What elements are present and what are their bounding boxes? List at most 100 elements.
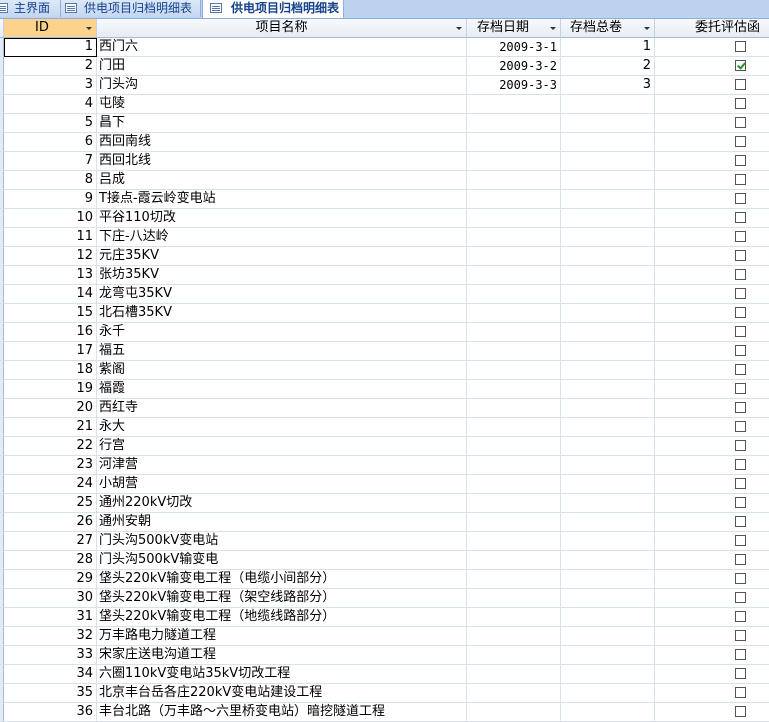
id-cell[interactable]: 32 — [4, 627, 97, 646]
archive-volumes-cell[interactable] — [561, 665, 655, 684]
table-row[interactable]: 13 张坊35KV — [0, 266, 769, 285]
entrust-letter-cell[interactable] — [655, 513, 769, 532]
checkbox-unchecked[interactable] — [735, 687, 746, 698]
checkbox-unchecked[interactable] — [735, 573, 746, 584]
archive-volumes-cell[interactable] — [561, 114, 655, 133]
archive-date-cell[interactable]: 2009-3-1 — [467, 38, 561, 57]
table-row[interactable]: 1 西门六 2009-3-1 1 — [0, 38, 769, 57]
archive-date-cell[interactable] — [467, 228, 561, 247]
checkbox-unchecked[interactable] — [735, 668, 746, 679]
table-row[interactable]: 17 福五 — [0, 342, 769, 361]
checkbox-unchecked[interactable] — [735, 136, 746, 147]
archive-date-cell[interactable] — [467, 551, 561, 570]
checkbox-unchecked[interactable] — [735, 459, 746, 470]
table-row[interactable]: 19 福霞 — [0, 380, 769, 399]
entrust-letter-cell[interactable] — [655, 152, 769, 171]
checkbox-unchecked[interactable] — [735, 326, 746, 337]
archive-date-cell[interactable] — [467, 190, 561, 209]
entrust-letter-cell[interactable] — [655, 627, 769, 646]
project-name-cell[interactable]: 永大 — [97, 418, 467, 437]
archive-date-cell[interactable] — [467, 513, 561, 532]
archive-volumes-cell[interactable] — [561, 399, 655, 418]
archive-volumes-cell[interactable] — [561, 532, 655, 551]
archive-date-cell[interactable] — [467, 627, 561, 646]
entrust-letter-cell[interactable] — [655, 418, 769, 437]
id-cell[interactable]: 18 — [4, 361, 97, 380]
entrust-letter-cell[interactable] — [655, 266, 769, 285]
entrust-letter-cell[interactable] — [655, 665, 769, 684]
dropdown-arrow-icon[interactable] — [644, 27, 650, 30]
table-row[interactable]: 26 通州安朝 — [0, 513, 769, 532]
table-row[interactable]: 4 屯陵 — [0, 95, 769, 114]
project-name-cell[interactable]: 门头沟500kV输变电 — [97, 551, 467, 570]
id-cell[interactable]: 28 — [4, 551, 97, 570]
checkbox-unchecked[interactable] — [735, 478, 746, 489]
checkbox-unchecked[interactable] — [735, 554, 746, 565]
entrust-letter-cell[interactable] — [655, 551, 769, 570]
table-row[interactable]: 15 北石槽35KV — [0, 304, 769, 323]
entrust-letter-cell[interactable] — [655, 57, 769, 76]
project-name-cell[interactable]: 西红寺 — [97, 399, 467, 418]
entrust-letter-cell[interactable] — [655, 570, 769, 589]
id-cell[interactable]: 23 — [4, 456, 97, 475]
archive-date-cell[interactable] — [467, 665, 561, 684]
archive-date-cell[interactable] — [467, 247, 561, 266]
checkbox-unchecked[interactable] — [735, 364, 746, 375]
table-row[interactable]: 23 河津营 — [0, 456, 769, 475]
checkbox-unchecked[interactable] — [735, 269, 746, 280]
dropdown-arrow-icon[interactable] — [550, 27, 556, 30]
table-row[interactable]: 35 北京丰台岳各庄220kV变电站建设工程 — [0, 684, 769, 703]
archive-date-cell[interactable] — [467, 266, 561, 285]
table-row[interactable]: 9 T接点-霞云岭变电站 — [0, 190, 769, 209]
project-name-cell[interactable]: 六圈110kV变电站35kV切改工程 — [97, 665, 467, 684]
checkbox-unchecked[interactable] — [735, 421, 746, 432]
project-name-cell[interactable]: 宋家庄送电沟道工程 — [97, 646, 467, 665]
archive-volumes-cell[interactable]: 2 — [561, 57, 655, 76]
id-cell[interactable]: 1 — [4, 38, 97, 57]
project-name-cell[interactable]: 万丰路电力隧道工程 — [97, 627, 467, 646]
project-name-cell[interactable]: 永千 — [97, 323, 467, 342]
entrust-letter-cell[interactable] — [655, 589, 769, 608]
checkbox-unchecked[interactable] — [735, 611, 746, 622]
entrust-letter-cell[interactable] — [655, 209, 769, 228]
archive-volumes-cell[interactable] — [561, 551, 655, 570]
id-cell[interactable]: 11 — [4, 228, 97, 247]
id-cell[interactable]: 22 — [4, 437, 97, 456]
archive-volumes-cell[interactable] — [561, 703, 655, 722]
entrust-letter-cell[interactable] — [655, 532, 769, 551]
entrust-letter-cell[interactable] — [655, 190, 769, 209]
checkbox-unchecked[interactable] — [735, 117, 746, 128]
table-row[interactable]: 6 西回南线 — [0, 133, 769, 152]
table-row[interactable]: 29 垡头220kV输变电工程（电缆小间部分） — [0, 570, 769, 589]
dropdown-arrow-icon[interactable] — [86, 27, 92, 30]
project-name-cell[interactable]: 丰台北路（万丰路～六里桥变电站）暗挖隧道工程 — [97, 703, 467, 722]
archive-date-cell[interactable] — [467, 171, 561, 190]
table-row[interactable]: 33 宋家庄送电沟道工程 — [0, 646, 769, 665]
column-header-archive-date[interactable]: 存档日期 — [467, 19, 561, 38]
checkbox-unchecked[interactable] — [735, 174, 746, 185]
tab-archive-detail-table[interactable]: 供电项目归档明细表 — [202, 0, 344, 18]
project-name-cell[interactable]: 龙弯屯35KV — [97, 285, 467, 304]
archive-volumes-cell[interactable] — [561, 475, 655, 494]
table-row[interactable]: 3 门头沟 2009-3-3 3 — [0, 76, 769, 95]
checkbox-unchecked[interactable] — [735, 155, 746, 166]
archive-volumes-cell[interactable] — [561, 152, 655, 171]
table-row[interactable]: 24 小胡营 — [0, 475, 769, 494]
table-row[interactable]: 31 垡头220kV输变电工程（地缆线路部分） — [0, 608, 769, 627]
archive-date-cell[interactable] — [467, 133, 561, 152]
project-name-cell[interactable]: 垡头220kV输变电工程（电缆小间部分） — [97, 570, 467, 589]
checkbox-unchecked[interactable] — [735, 212, 746, 223]
checkbox-unchecked[interactable] — [735, 497, 746, 508]
entrust-letter-cell[interactable] — [655, 171, 769, 190]
archive-volumes-cell[interactable] — [561, 684, 655, 703]
checkbox-unchecked[interactable] — [735, 250, 746, 261]
archive-date-cell[interactable] — [467, 399, 561, 418]
project-name-cell[interactable]: 吕成 — [97, 171, 467, 190]
project-name-cell[interactable]: 下庄-八达岭 — [97, 228, 467, 247]
archive-volumes-cell[interactable] — [561, 285, 655, 304]
id-cell[interactable]: 13 — [4, 266, 97, 285]
archive-date-cell[interactable] — [467, 475, 561, 494]
project-name-cell[interactable]: 平谷110切改 — [97, 209, 467, 228]
id-cell[interactable]: 36 — [4, 703, 97, 722]
archive-volumes-cell[interactable] — [561, 304, 655, 323]
